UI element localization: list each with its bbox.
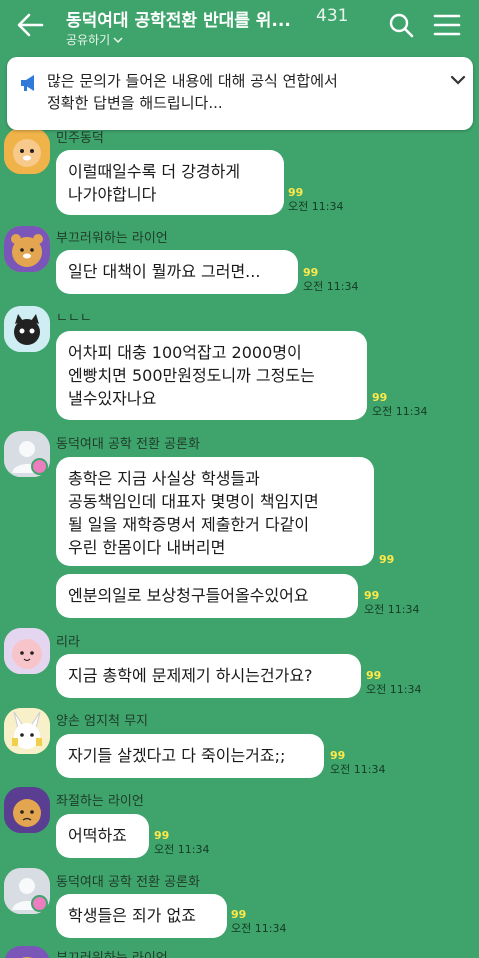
message-meta: 99 오전 11:34 — [231, 908, 286, 935]
message-time: 오전 11:34 — [366, 683, 422, 696]
message-time: 오전 11:34 — [303, 280, 359, 293]
sender-nickname: 동덕여대 공학 전환 공론화 — [56, 437, 200, 452]
lion-cartoon-icon — [4, 128, 50, 174]
message-bubble[interactable]: 이럴때일수록 더 강경하게 나가야합니다 — [56, 150, 284, 215]
host-badge-icon — [31, 895, 48, 912]
unread-count: 99 — [379, 553, 395, 566]
avatar[interactable] — [4, 787, 50, 833]
message-time: 오전 11:34 — [330, 763, 386, 776]
message-bubble[interactable]: 어차피 대충 100억잡고 2000명이 엔빵치면 500만원정도니까 그정도는… — [56, 331, 367, 420]
expand-chevron-icon[interactable] — [448, 72, 468, 88]
back-arrow-icon — [17, 13, 44, 37]
message-time: 오전 11:34 — [231, 922, 287, 935]
search-icon — [389, 13, 414, 38]
message-meta: 99 오전 11:34 — [330, 749, 385, 776]
message-time: 오전 11:34 — [372, 405, 428, 418]
megaphone-icon — [21, 75, 34, 91]
ryan-shy-icon — [4, 226, 50, 272]
avatar[interactable] — [4, 128, 50, 174]
host-badge-icon — [31, 458, 48, 475]
member-count: 431 — [316, 6, 349, 26]
message-bubble[interactable]: 학생들은 죄가 없죠 — [56, 894, 227, 938]
sender-nickname: 좌절하는 라이언 — [56, 794, 144, 809]
hamburger-menu-icon — [433, 14, 461, 36]
black-cat-icon — [4, 306, 50, 352]
unread-count: 99 — [231, 908, 247, 921]
ryan-sad-icon — [4, 787, 50, 833]
chat-room-title[interactable]: 동덕여대 공학전환 반대를 위... — [66, 6, 306, 31]
avatar[interactable] — [4, 306, 50, 352]
share-label: 공유하기 — [66, 33, 111, 47]
share-button[interactable]: 공유하기 — [66, 31, 124, 48]
unread-count: 99 — [154, 829, 170, 842]
message-meta: 99 오전 11:34 — [366, 669, 421, 696]
sender-nickname: 부끄러워하는 라이언 — [56, 231, 168, 246]
unread-count: 99 — [372, 391, 388, 404]
ryan-shy-icon — [4, 946, 50, 958]
notice-text: 많은 문의가 들어온 내용에 대해 공식 연합에서 정확한 답변을 해드립니다.… — [47, 72, 338, 112]
message-bubble[interactable]: 엔분의일로 보상청구들어올수있어요 — [56, 574, 358, 618]
sender-nickname: 양손 엄지척 무지 — [56, 714, 148, 729]
sender-nickname: 동덕여대 공학 전환 공론화 — [56, 875, 200, 890]
search-button[interactable] — [386, 10, 416, 40]
message-meta: 99 오전 11:34 — [288, 186, 343, 213]
avatar[interactable] — [4, 628, 50, 674]
muzi-icon — [4, 708, 50, 754]
apeach-icon — [4, 628, 50, 674]
message-meta: 99 오전 11:34 — [303, 266, 358, 293]
message-time: 오전 11:34 — [154, 843, 210, 856]
back-button[interactable] — [14, 10, 48, 40]
message-meta: 99 — [379, 553, 394, 566]
message-bubble[interactable]: 지금 총학에 문제제기 하시는건가요? — [56, 654, 361, 698]
avatar[interactable] — [4, 708, 50, 754]
message-time: 오전 11:34 — [288, 200, 344, 213]
message-bubble[interactable]: 어떡하죠 — [56, 814, 149, 858]
chevron-down-icon — [113, 36, 123, 43]
unread-count: 99 — [364, 589, 380, 602]
notice-banner[interactable]: 많은 문의가 들어온 내용에 대해 공식 연합에서 정확한 답변을 해드립니다.… — [7, 57, 473, 130]
chat-header: 동덕여대 공학전환 반대를 위... 431 공유하기 — [0, 0, 479, 54]
unread-count: 99 — [288, 186, 304, 199]
message-bubble[interactable]: 일단 대책이 뭘까요 그러면... — [56, 250, 298, 294]
menu-button[interactable] — [432, 12, 462, 38]
sender-nickname: ㄴㄴㄴ — [56, 311, 92, 326]
unread-count: 99 — [330, 749, 346, 762]
unread-count: 99 — [303, 266, 319, 279]
message-meta: 99 오전 11:34 — [364, 589, 419, 616]
message-meta: 99 오전 11:34 — [154, 829, 209, 856]
message-bubble[interactable]: 자기들 살겠다고 다 죽이는거죠;; — [56, 734, 324, 778]
message-meta: 99 오전 11:34 — [372, 391, 427, 418]
message-bubble[interactable]: 총학은 지금 사실상 학생들과 공동책임인데 대표자 몇명이 책임지면 될 일을… — [56, 457, 374, 566]
avatar[interactable] — [4, 946, 50, 958]
message-time: 오전 11:34 — [364, 603, 420, 616]
sender-nickname: 리라 — [56, 635, 80, 650]
sender-nickname: 부끄러워하는 라이언 — [56, 947, 168, 958]
avatar[interactable] — [4, 226, 50, 272]
unread-count: 99 — [366, 669, 382, 682]
